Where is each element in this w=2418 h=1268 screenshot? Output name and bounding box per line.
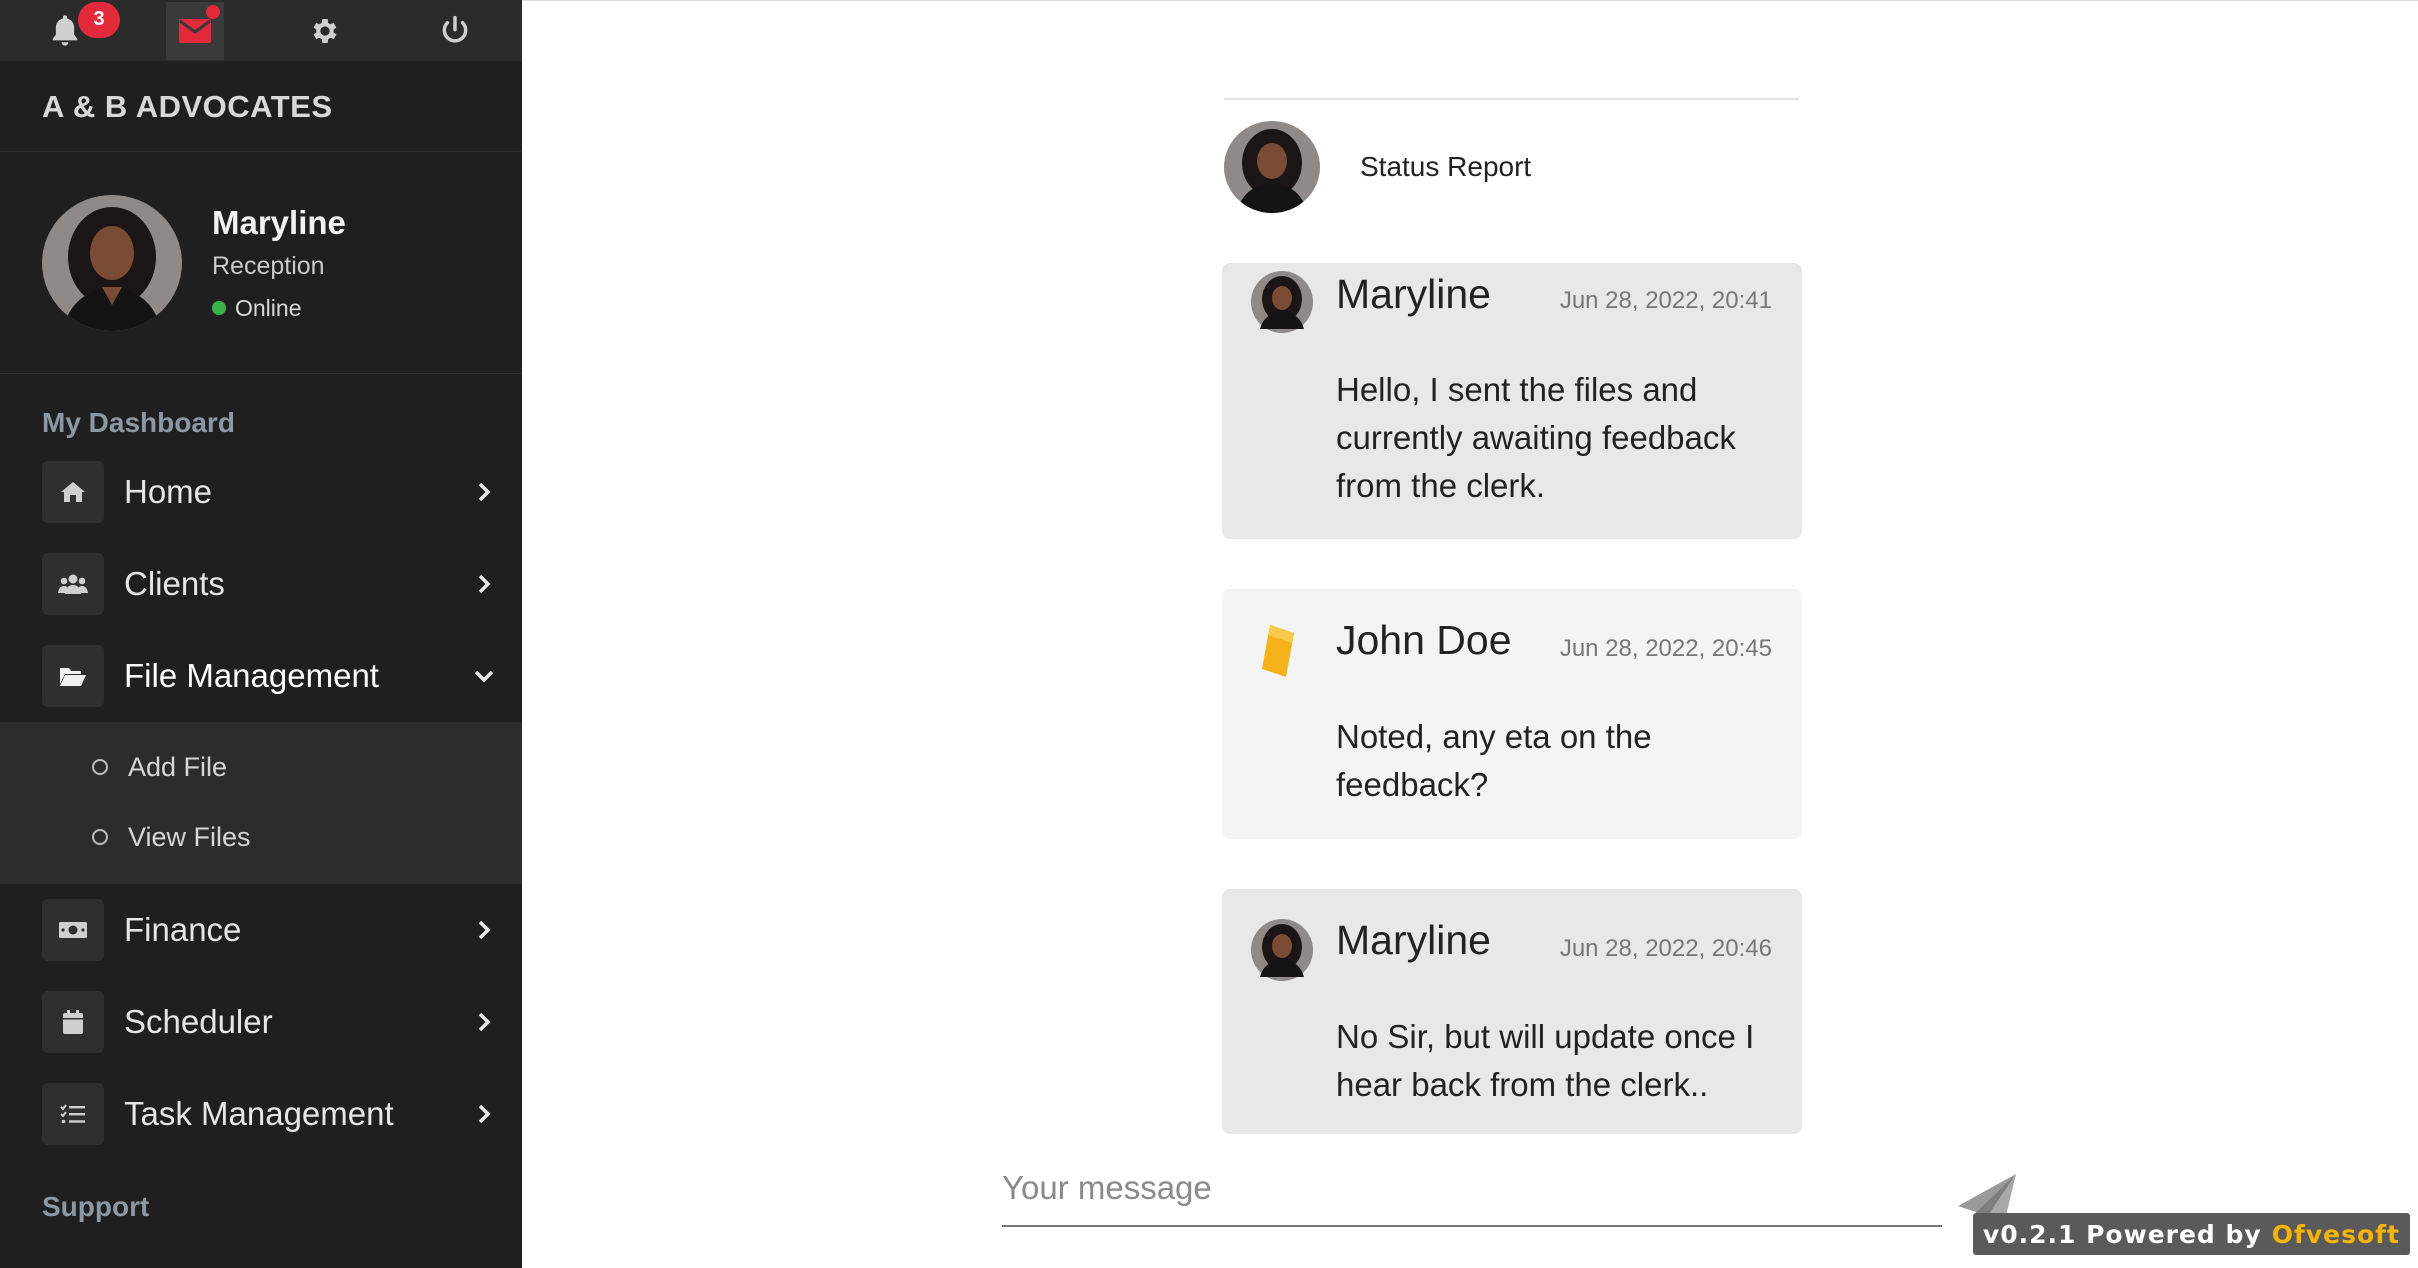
calendar-icon (63, 1010, 83, 1034)
gear-icon (313, 18, 337, 43)
circle-icon (92, 759, 108, 775)
sidebar-item-label: Clients (124, 565, 225, 602)
chat-message: Maryline Jun 28, 2022, 20:41 Hello, I se… (1222, 263, 1802, 539)
messages-button[interactable] (130, 0, 260, 62)
message-text: Noted, any eta on the feedback? (1336, 718, 1652, 803)
sidebar-item-home[interactable]: Home (0, 446, 522, 538)
chat-divider (1224, 98, 1799, 100)
sidebar-subitem-label: Add File (128, 751, 228, 782)
message-composer (1002, 1151, 1942, 1227)
users-icon (58, 574, 88, 594)
file-management-submenu: Add File View Files (0, 722, 522, 884)
chevron-right-icon (478, 1012, 491, 1032)
chevron-down-icon (474, 670, 494, 683)
chevron-right-icon (478, 482, 491, 502)
message-avatar (1250, 919, 1314, 981)
version-text: v0.2.1 Powered by (1982, 1219, 2262, 1249)
brand-name: A & B ADVOCATES (0, 62, 522, 152)
sidebar-item-scheduler[interactable]: Scheduler (0, 976, 522, 1068)
sidebar-item-task-management[interactable]: Task Management (0, 1068, 522, 1160)
sidebar-subitem-add-file[interactable]: Add File (0, 732, 522, 802)
settings-button[interactable] (260, 0, 390, 62)
chevron-right-icon (478, 920, 491, 940)
message-avatar (1250, 619, 1314, 681)
message-text: No Sir, but will update once I hear back… (1336, 1018, 1755, 1103)
home-icon (61, 482, 85, 502)
envelope-icon (179, 18, 211, 43)
power-icon (442, 15, 468, 43)
money-icon (59, 922, 87, 938)
message-avatar (1250, 271, 1314, 333)
nav-header-support: Support (42, 1191, 150, 1222)
bell-icon (52, 14, 78, 46)
user-panel: Maryline Reception Online (0, 152, 522, 374)
chat-message: John Doe Jun 28, 2022, 20:45 Noted, any … (1222, 589, 1802, 839)
nav-header-dashboard: My Dashboard (42, 407, 235, 438)
unread-dot (206, 4, 220, 19)
message-timestamp: Jun 28, 2022, 20:45 (1559, 635, 1772, 662)
chevron-right-icon (478, 574, 491, 594)
chevron-right-icon (478, 1104, 491, 1124)
message-text: Hello, I sent the files and currently aw… (1336, 371, 1736, 504)
message-author: Maryline (1336, 271, 1491, 317)
sidebar-item-clients[interactable]: Clients (0, 538, 522, 630)
notifications-button[interactable]: 3 (0, 0, 130, 62)
user-avatar[interactable] (42, 194, 182, 331)
circle-icon (92, 829, 108, 845)
online-status-dot (212, 301, 226, 315)
sidebar-item-finance[interactable]: Finance (0, 884, 522, 976)
message-author: Maryline (1336, 917, 1491, 963)
user-status: Online (212, 295, 346, 322)
sidebar-item-label: File Management (124, 657, 379, 694)
message-timestamp: Jun 28, 2022, 20:46 (1559, 935, 1772, 962)
sidebar-item-label: Home (124, 473, 213, 510)
chat-message: Maryline Jun 28, 2022, 20:46 No Sir, but… (1222, 889, 1802, 1134)
sidebar: 3 A & B ADVOCATES Maryline Reception Onl… (0, 0, 522, 1268)
powered-by-brand: Ofvesoft (2271, 1219, 2400, 1249)
logout-button[interactable] (390, 0, 520, 62)
sidebar-item-file-management[interactable]: File Management (0, 630, 522, 722)
chat-avatar (1224, 121, 1320, 213)
user-name: Maryline (212, 203, 346, 241)
version-footer: v0.2.1 Powered by Ofvesoft (1972, 1213, 2410, 1255)
message-input[interactable] (1002, 1169, 1942, 1207)
sidebar-item-label: Task Management (124, 1095, 394, 1132)
chat-title: Status Report (1360, 151, 1532, 182)
message-author: John Doe (1336, 617, 1512, 663)
tasks-icon (60, 1104, 85, 1124)
message-timestamp: Jun 28, 2022, 20:41 (1559, 287, 1772, 314)
chat-header: Status Report (1224, 119, 1531, 215)
sidebar-topbar: 3 (0, 0, 522, 62)
sidebar-subitem-view-files[interactable]: View Files (0, 802, 522, 872)
sidebar-subitem-label: View Files (128, 821, 251, 852)
user-role: Reception (212, 251, 325, 280)
folder-open-icon (60, 668, 86, 686)
notification-count-badge: 3 (78, 1, 120, 38)
sidebar-item-label: Scheduler (124, 1003, 273, 1040)
chat-main: Status Report Maryline Jun 28, 2022, 20:… (522, 0, 2418, 1268)
user-status-label: Online (235, 294, 302, 321)
sidebar-item-label: Finance (124, 911, 242, 948)
